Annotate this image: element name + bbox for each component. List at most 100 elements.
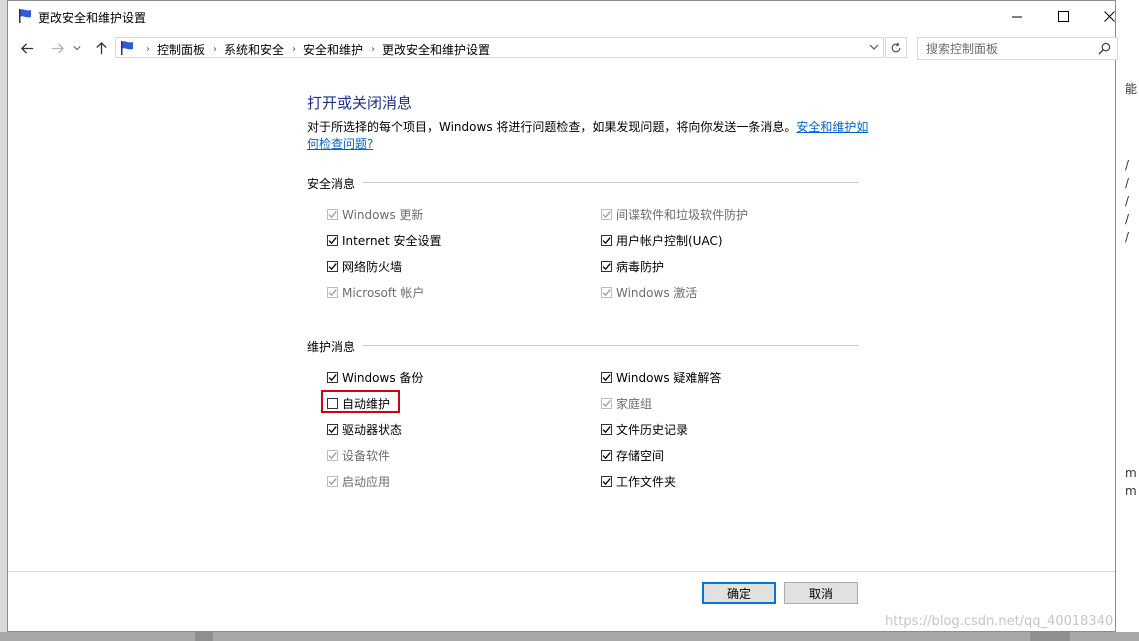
- security-checkbox-item[interactable]: 病毒防护: [601, 258, 664, 274]
- chevron-right-icon[interactable]: ›: [146, 44, 150, 55]
- chevron-right-icon[interactable]: ›: [371, 44, 375, 55]
- flag-icon: [19, 9, 31, 23]
- section-divider: [363, 182, 859, 183]
- checkbox-label: 存储空间: [616, 448, 665, 463]
- breadcrumb-system-security[interactable]: 系统和安全: [224, 41, 284, 58]
- checkmark-icon: [602, 399, 611, 407]
- checkmark-icon: [328, 210, 337, 218]
- checkbox-checked: [327, 286, 338, 298]
- checkbox-label: 启动应用: [342, 474, 391, 489]
- taskbar-strip: [0, 632, 1139, 641]
- close-button[interactable]: [1086, 1, 1132, 32]
- checkbox-label: 驱动器状态: [342, 422, 403, 437]
- maintenance-checkbox-item[interactable]: Windows 备份: [327, 369, 423, 385]
- maintenance-checkbox-item[interactable]: 文件历史记录: [601, 421, 688, 437]
- background-text: /: [1125, 194, 1130, 208]
- breadcrumb-control-panel[interactable]: 控制面板: [157, 41, 205, 58]
- background-text: 能: [1125, 82, 1138, 96]
- ok-button[interactable]: 确定: [702, 582, 776, 604]
- checkmark-icon: [328, 373, 337, 381]
- checkbox-label: Internet 安全设置: [342, 233, 442, 248]
- checkbox-checked[interactable]: [601, 423, 612, 435]
- security-checkbox-item[interactable]: 网络防火墙: [327, 258, 402, 274]
- maintenance-checkbox-item[interactable]: 工作文件夹: [601, 473, 676, 489]
- window-title: 更改安全和维护设置: [38, 11, 147, 25]
- title-bar: 更改安全和维护设置: [8, 1, 1115, 32]
- security-checkbox-item: Windows 激活: [601, 284, 697, 300]
- maintenance-checkbox-item[interactable]: 驱动器状态: [327, 421, 402, 437]
- checkbox-label: Windows 激活: [616, 285, 698, 300]
- maintenance-checkbox-item: 设备软件: [327, 447, 390, 463]
- chevron-right-icon[interactable]: ›: [292, 44, 296, 55]
- maintenance-checkbox-item: 家庭组: [601, 395, 652, 411]
- annotation-highlight-box: [321, 390, 400, 413]
- checkbox-checked: [327, 449, 338, 461]
- checkbox-label: 网络防火墙: [342, 259, 403, 274]
- checkbox-checked: [327, 475, 338, 487]
- page-heading: 打开或关闭消息: [307, 94, 413, 112]
- forward-button[interactable]: [49, 40, 65, 56]
- security-checkbox-item: Windows 更新: [327, 206, 423, 222]
- checkbox-label: Windows 更新: [342, 207, 424, 222]
- checkmark-icon: [602, 373, 611, 381]
- breadcrumb-current-page[interactable]: 更改安全和维护设置: [382, 41, 490, 58]
- settings-window: 更改安全和维护设置 › 控制面板 › 系统和安全 › 安全和维护 › 更改安全和…: [7, 0, 1118, 632]
- checkbox-label: Windows 备份: [342, 370, 424, 385]
- checkbox-checked: [601, 397, 612, 409]
- checkbox-checked[interactable]: [327, 260, 338, 272]
- checkmark-icon: [328, 425, 337, 433]
- forward-arrow-icon: [51, 42, 64, 54]
- checkbox-checked: [327, 208, 338, 220]
- checkbox-checked[interactable]: [327, 423, 338, 435]
- security-checkbox-item: Microsoft 帐户: [327, 284, 424, 300]
- checkmark-icon: [602, 425, 611, 433]
- checkmark-icon: [328, 477, 337, 485]
- checkmark-icon: [328, 236, 337, 244]
- background-text: m: [1125, 484, 1137, 498]
- minimize-icon: [1011, 16, 1022, 18]
- checkmark-icon: [328, 451, 337, 459]
- main-content: 打开或关闭消息 对于所选择的每个项目，Windows 将进行问题检查，如果发现问…: [8, 63, 1115, 571]
- up-arrow-icon: [95, 41, 107, 54]
- back-button[interactable]: [19, 40, 35, 56]
- maintenance-checkbox-item: 启动应用: [327, 473, 390, 489]
- background-text: /: [1125, 212, 1130, 226]
- checkbox-checked[interactable]: [601, 475, 612, 487]
- security-checkbox-item: 间谍软件和垃圾软件防护: [601, 206, 748, 222]
- control-panel-flag-icon: [121, 41, 133, 55]
- search-input[interactable]: [918, 38, 1096, 59]
- breadcrumb-security-maintenance[interactable]: 安全和维护: [303, 41, 363, 58]
- search-icon[interactable]: [1098, 42, 1111, 55]
- search-box: [917, 37, 1118, 60]
- checkbox-checked[interactable]: [327, 234, 338, 246]
- checkmark-icon: [602, 210, 611, 218]
- up-button[interactable]: [93, 40, 109, 56]
- checkbox-checked[interactable]: [601, 260, 612, 272]
- checkbox-checked[interactable]: [601, 371, 612, 383]
- minimize-button[interactable]: [994, 1, 1040, 32]
- maintenance-checkbox-item[interactable]: Windows 疑难解答: [601, 369, 721, 385]
- security-checkbox-item[interactable]: Internet 安全设置: [327, 232, 441, 248]
- checkmark-icon: [328, 288, 337, 296]
- background-text: /: [1125, 158, 1130, 172]
- checkbox-checked[interactable]: [327, 371, 338, 383]
- address-dropdown-icon[interactable]: [869, 42, 879, 52]
- checkbox-checked[interactable]: [601, 234, 612, 246]
- maximize-button[interactable]: [1040, 1, 1086, 32]
- recent-locations-button[interactable]: [72, 40, 82, 56]
- footer-divider: [8, 571, 1115, 572]
- refresh-icon: [891, 42, 901, 52]
- checkmark-icon: [602, 451, 611, 459]
- refresh-button[interactable]: [885, 37, 907, 58]
- close-icon: [1103, 11, 1115, 22]
- address-bar[interactable]: › 控制面板 › 系统和安全 › 安全和维护 › 更改安全和维护设置: [115, 37, 884, 58]
- checkbox-checked[interactable]: [601, 449, 612, 461]
- chevron-right-icon[interactable]: ›: [213, 44, 217, 55]
- checkmark-icon: [602, 236, 611, 244]
- maintenance-checkbox-item[interactable]: 存储空间: [601, 447, 664, 463]
- security-checkbox-item[interactable]: 用户帐户控制(UAC): [601, 232, 723, 248]
- cancel-button[interactable]: 取消: [784, 582, 858, 604]
- section-divider: [363, 345, 859, 346]
- checkbox-label: 间谍软件和垃圾软件防护: [616, 207, 749, 222]
- page-description: 对于所选择的每个项目，Windows 将进行问题检查，如果发现问题，将向你发送一…: [307, 119, 872, 153]
